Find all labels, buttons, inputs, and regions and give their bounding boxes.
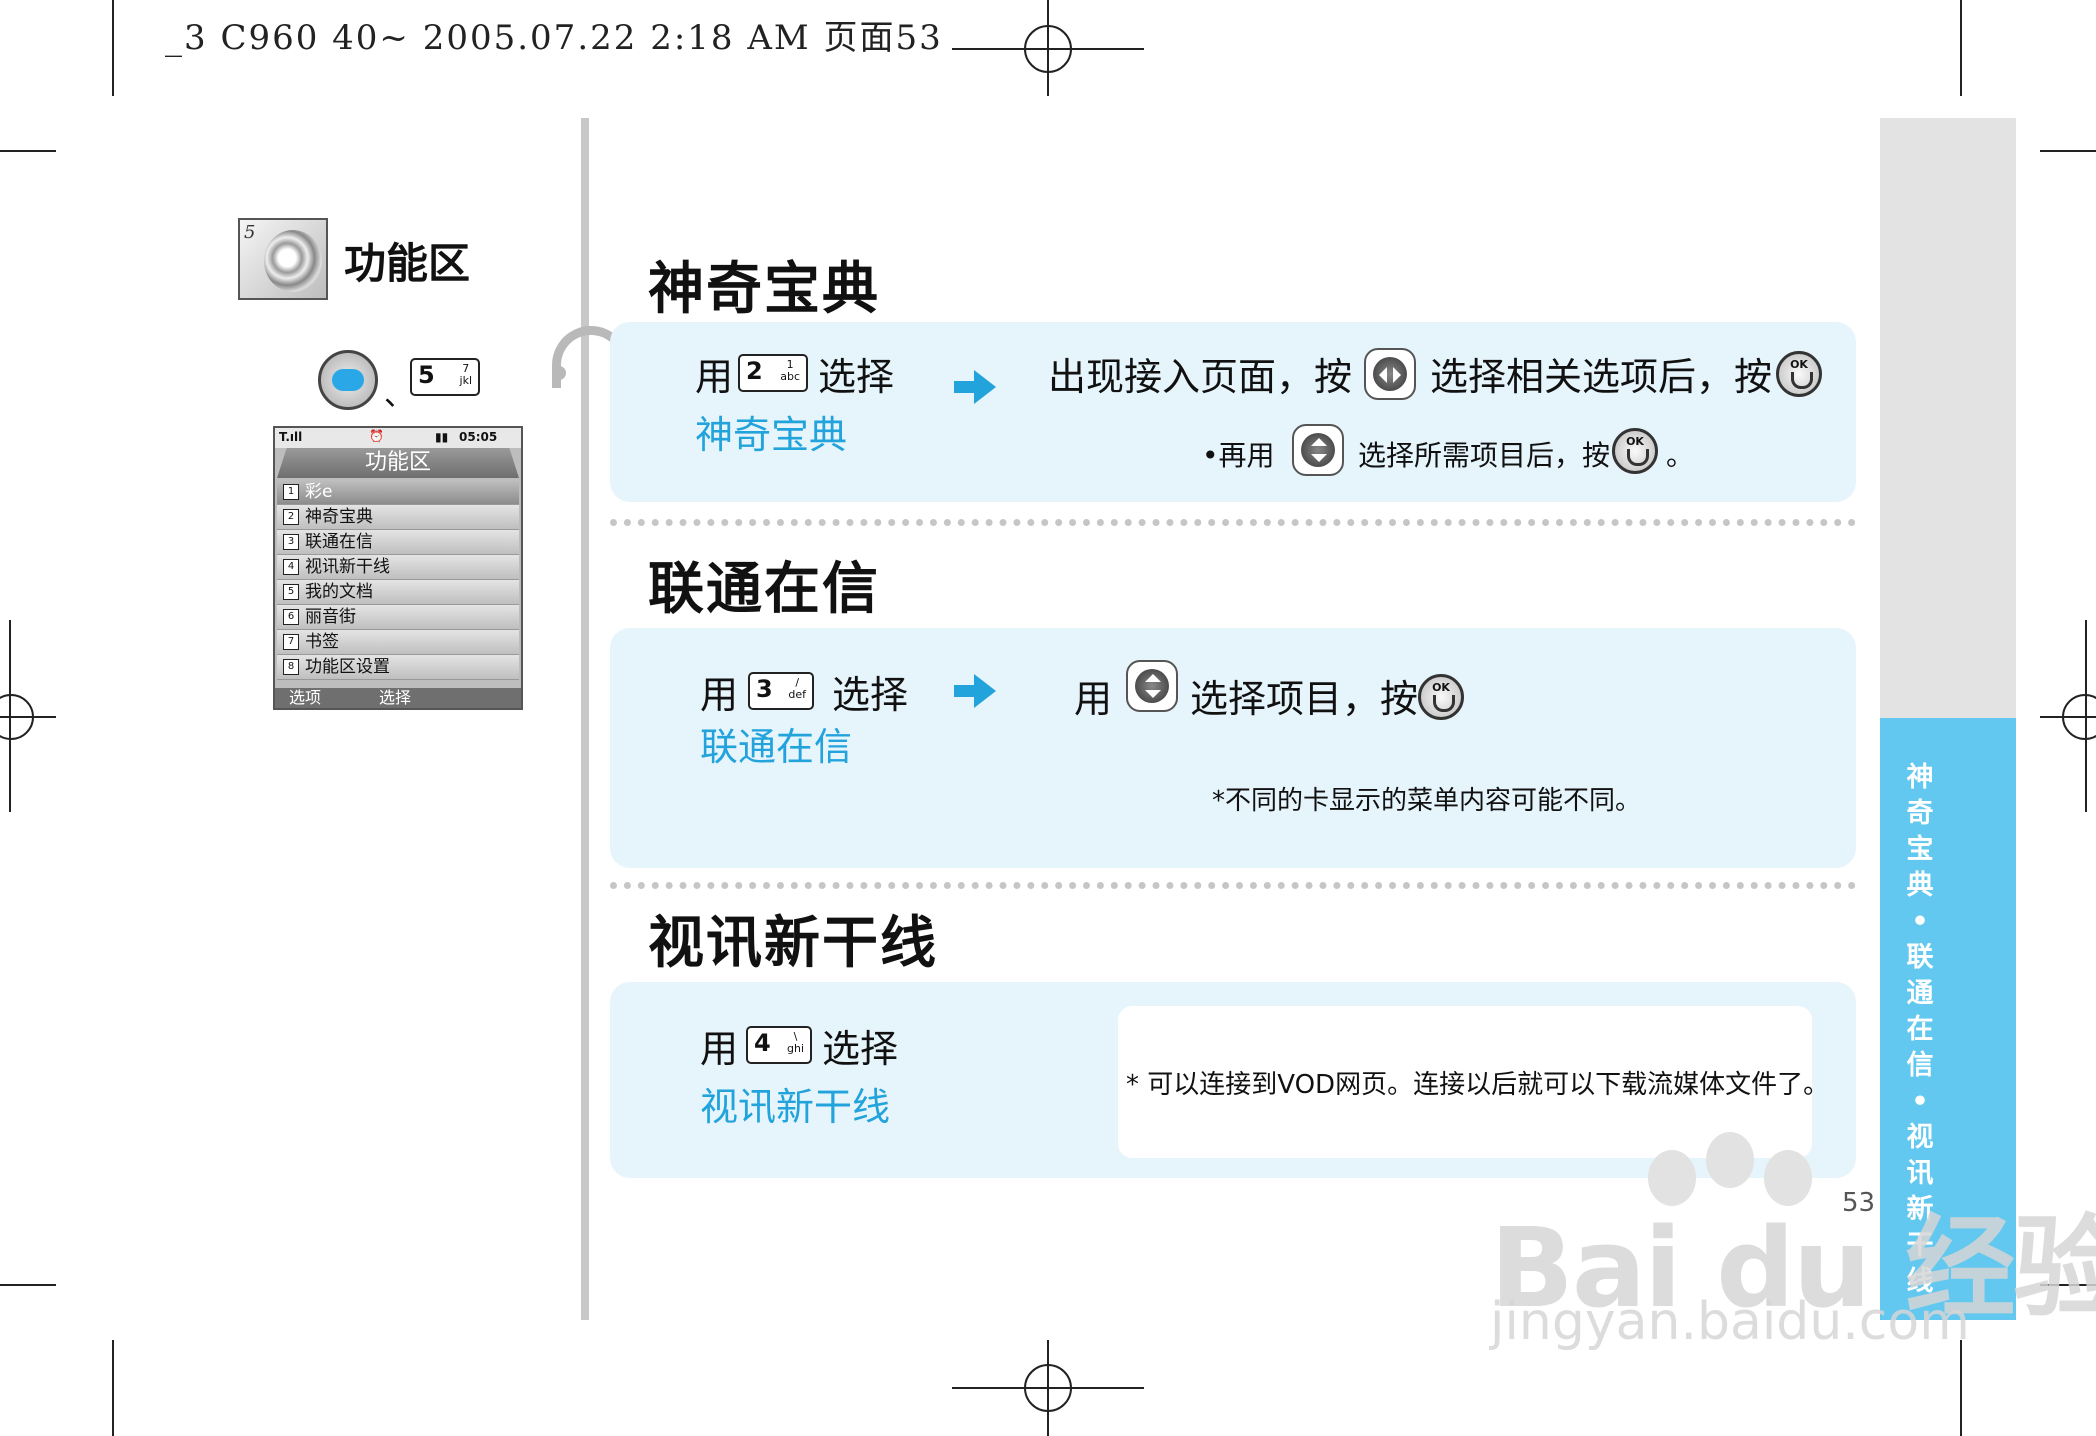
phone-menu-item[interactable]: 6 丽音街 xyxy=(277,605,519,630)
note-text: * 可以连接到VOD网页。连接以后就可以下载流媒体文件了。 xyxy=(1126,1070,1830,1100)
phone-screen: T.ıll ⏰ ▮▮ 05:05 功能区 1 彩e 2 神奇宝典 3 联通在信 4 视讯… xyxy=(273,426,523,710)
feature-name: 联通在信 xyxy=(700,725,853,769)
arrow-right-icon xyxy=(954,370,996,404)
menu-key-icon xyxy=(318,350,378,410)
dotted-divider xyxy=(610,882,1856,889)
battery-icon: ▮▮ xyxy=(435,430,449,444)
registration-mark xyxy=(2062,694,2096,740)
nav-up-down-icon xyxy=(1126,660,1178,712)
alarm-icon: ⏰ xyxy=(369,429,384,443)
phone-title: 功能区 xyxy=(277,448,519,478)
note-text: *不同的卡显示的菜单内容可能不同。 xyxy=(1212,786,1642,816)
signal-icon: T.ıll xyxy=(279,430,303,444)
crop-mark xyxy=(0,1284,56,1286)
ok-key-icon: OK xyxy=(1776,351,1822,397)
section-title: 视讯新干线 xyxy=(648,911,938,976)
phone-menu-item[interactable]: 5 我的文档 xyxy=(277,580,519,605)
feature-name: 神奇宝典 xyxy=(695,413,848,457)
select-label: 选择 xyxy=(832,673,909,717)
phone-time: 05:05 xyxy=(459,430,498,444)
use-label: 用 xyxy=(700,1027,739,1071)
step-text: 选择项目，按 xyxy=(1190,677,1419,721)
phone-status-bar: T.ıll ⏰ ▮▮ 05:05 xyxy=(275,428,521,448)
print-header: _3 C960 40~ 2005.07.22 2:18 AM 页面53 xyxy=(165,18,943,58)
key-letters: 7 jkl xyxy=(459,362,472,387)
key-2-icon: 21 abc xyxy=(738,354,808,392)
registration-mark xyxy=(1024,1364,1072,1412)
select-label: 选择 xyxy=(822,1027,899,1071)
side-tab-background xyxy=(1880,118,2016,718)
step-text: 选择相关选项后，按 xyxy=(1430,355,1773,399)
section-title: 神奇宝典 xyxy=(648,257,880,322)
crop-mark xyxy=(2040,150,2096,152)
phone-menu-item[interactable]: 3 联通在信 xyxy=(277,530,519,555)
phone-menu-item[interactable]: 7 书签 xyxy=(277,630,519,655)
binder-hook-end xyxy=(552,366,566,380)
dotted-divider xyxy=(610,519,1856,526)
use-label: 用 xyxy=(695,355,734,399)
note-text: 选择所需项目后，按 xyxy=(1358,439,1611,472)
key-3-icon: 3/ def xyxy=(748,672,814,710)
arrow-right-icon xyxy=(954,674,996,708)
chapter-title: 功能区 xyxy=(344,239,471,288)
crop-mark xyxy=(112,0,114,96)
nav-left-right-icon xyxy=(1364,348,1416,400)
use-label: 用 xyxy=(700,673,739,717)
key-digit: 5 xyxy=(418,361,435,389)
soft-key-options[interactable]: 选项 xyxy=(289,688,321,708)
key-4-icon: 4 \ ghi xyxy=(746,1026,812,1064)
step-text: 出现接入页面，按 xyxy=(1048,355,1353,399)
section-title: 联通在信 xyxy=(648,557,880,622)
ok-key-icon: OK xyxy=(1418,674,1464,720)
phone-menu-item[interactable]: 4 视讯新干线 xyxy=(277,555,519,580)
column-divider xyxy=(581,118,589,1320)
registration-mark xyxy=(0,694,34,740)
crop-mark xyxy=(0,150,56,152)
chapter-icon: 5 xyxy=(238,218,328,300)
chapter-number: 5 xyxy=(244,222,256,243)
watermark-url: jingyan.baidu.com xyxy=(1490,1292,1970,1352)
feature-name: 视讯新干线 xyxy=(700,1085,891,1129)
registration-mark xyxy=(1024,25,1072,73)
crop-mark xyxy=(1960,1340,1962,1436)
phone-menu-item[interactable]: 2 神奇宝典 xyxy=(277,505,519,530)
step-text: 用 xyxy=(1074,677,1113,721)
crop-mark xyxy=(1960,0,1962,96)
crop-mark xyxy=(112,1340,114,1436)
note-text: 。 xyxy=(1666,439,1695,472)
disc-icon xyxy=(264,230,322,292)
phone-menu-item[interactable]: 1 彩e xyxy=(277,480,519,505)
select-label: 选择 xyxy=(818,355,895,399)
ok-key-icon: OK xyxy=(1612,428,1658,474)
soft-key-select[interactable]: 选择 xyxy=(379,688,411,708)
phone-menu-item[interactable]: 8 功能区设置 xyxy=(277,655,519,680)
key-5-icon: 5 7 jkl xyxy=(410,358,480,396)
nav-up-down-icon xyxy=(1292,424,1344,476)
note-text: •再用 xyxy=(1202,439,1275,472)
phone-soft-keys: 选项 选择 xyxy=(275,688,521,708)
